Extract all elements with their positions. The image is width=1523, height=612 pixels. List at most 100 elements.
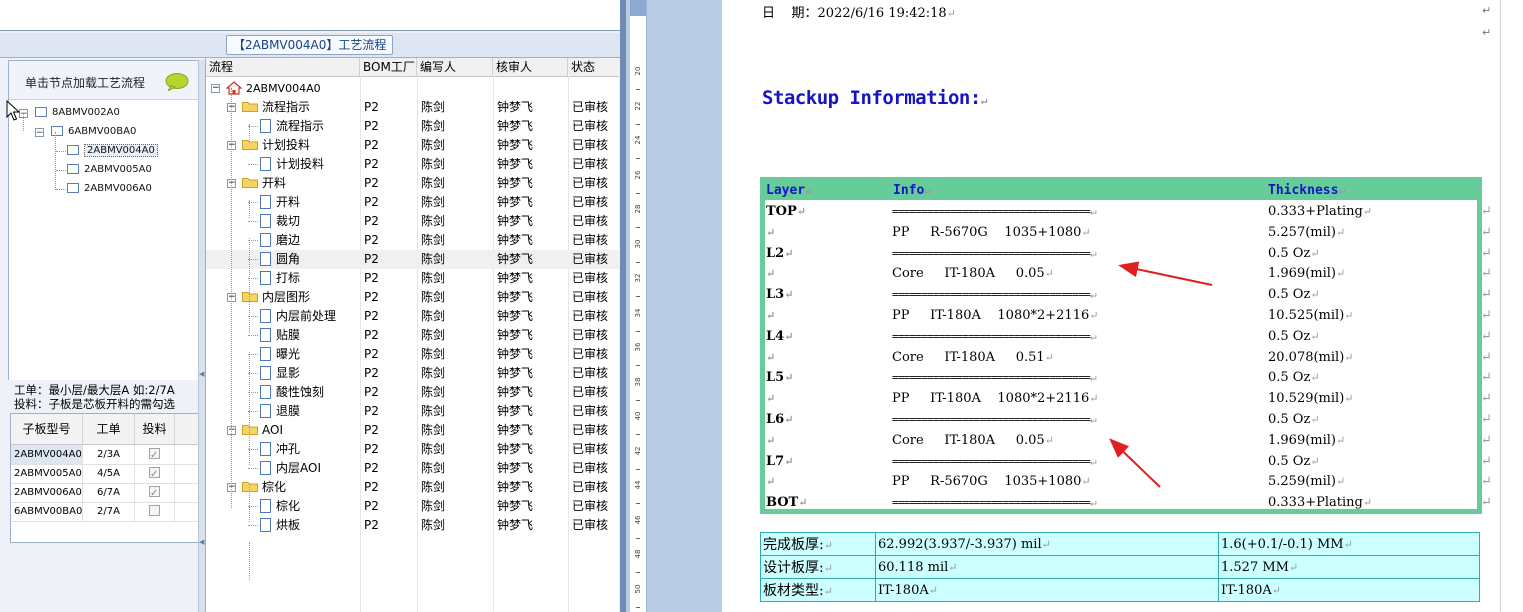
paragraph-mark: ↵ <box>1089 371 1097 385</box>
flow-row[interactable]: 冲孔 P2 陈剑 钟梦飞 已审核 <box>206 440 619 459</box>
collapse-toggle[interactable]: − <box>35 128 44 138</box>
info-cell: Core IT-180A 0.05↵ <box>892 264 1054 284</box>
layer-name: L6 <box>766 412 785 427</box>
col-status[interactable]: 状态 <box>568 58 619 76</box>
flow-factory: P2 <box>364 328 379 342</box>
col-author[interactable]: 编写人 <box>417 58 493 76</box>
flow-factory: P2 <box>364 480 379 494</box>
sub-board-row[interactable]: 2ABMV006A0 6/7A <box>11 483 199 503</box>
col-flow[interactable]: 流程 <box>206 58 360 76</box>
ruler-label: 32 <box>634 273 642 283</box>
sub-board-row[interactable]: 2ABMV004A0 2/3A <box>11 445 199 465</box>
sub-board-model: 2ABMV004A0 <box>11 445 83 464</box>
tree-node[interactable]: 2ABMV004A0 <box>67 142 158 160</box>
layer-info: PP R-5670G 1035+1080 <box>892 224 1082 240</box>
flow-step-label: 退膜 <box>276 404 301 418</box>
flow-step-label: 裁切 <box>276 214 301 228</box>
flow-row[interactable]: 退膜 P2 陈剑 钟梦飞 已审核 <box>206 402 619 421</box>
layer-name: BOT <box>766 495 799 511</box>
board-icon <box>67 164 79 174</box>
stackup-row: ↵ Core IT-180A 0.05↵ 1.969(mil)↵ ↵ <box>765 431 1492 452</box>
tree-node[interactable]: 8ABMV002A0 <box>35 104 120 122</box>
stackup-table: Layer↵ Info↵ Thickness↵ TOP↵ ============… <box>760 177 1492 514</box>
stackup-header: Layer↵ Info↵ Thickness↵ <box>765 182 1477 200</box>
layer-info: PP R-5670G 1035+1080 <box>892 474 1082 490</box>
sub-board-grid-header: 子板型号 工单 投料 <box>11 414 199 445</box>
panel-splitter[interactable] <box>198 60 205 612</box>
flow-status: 已审核 <box>572 347 609 361</box>
paragraph-mark: ↵ <box>1089 309 1099 322</box>
splitter-arrow-icon[interactable]: ◀ <box>199 538 204 546</box>
paragraph-mark: ↵ <box>766 309 776 322</box>
col-feed[interactable]: 投料 <box>135 414 175 444</box>
paragraph-mark: ↵ <box>1336 433 1346 447</box>
flow-row[interactable]: 内层AOI P2 陈剑 钟梦飞 已审核 <box>206 459 619 478</box>
flow-row[interactable]: 开料 P2 陈剑 钟梦飞 已审核 <box>206 193 619 212</box>
flow-row[interactable]: 曝光 P2 陈剑 钟梦飞 已审核 <box>206 345 619 364</box>
flow-reviewer: 钟梦飞 <box>497 404 534 418</box>
col-board-model[interactable]: 子板型号 <box>11 414 83 444</box>
ruler-label: 36 <box>634 342 642 352</box>
flow-row[interactable]: 裁切 P2 陈剑 钟梦飞 已审核 <box>206 212 619 231</box>
flow-root-row[interactable]: − 2ABMV004A0 <box>206 79 619 98</box>
ruler-tick <box>636 365 640 366</box>
tree-line <box>56 151 66 152</box>
flow-factory: P2 <box>364 518 379 532</box>
flow-reviewer: 钟梦飞 <box>497 461 534 475</box>
summary-value-imperial: 62.992(3.937/-3.937) mil↵ <box>875 532 1219 556</box>
tree-node[interactable]: 6ABMV00BA0 <box>51 123 136 141</box>
ruler-label: 50 <box>634 584 642 593</box>
flow-row[interactable]: − 棕化 P2 陈剑 钟梦飞 已审核 <box>206 478 619 497</box>
flow-step-name: 烘板 <box>260 516 300 535</box>
tree-node[interactable]: 2ABMV006A0 <box>67 180 152 198</box>
layer-info: Core IT-180A 0.51 <box>892 349 1045 365</box>
collapse-toggle[interactable]: − <box>211 84 220 93</box>
flow-row[interactable]: 内层前处理 P2 陈剑 钟梦飞 已审核 <box>206 307 619 326</box>
folder-icon <box>242 482 258 492</box>
flow-row[interactable]: 酸性蚀刻 P2 陈剑 钟梦飞 已审核 <box>206 383 619 402</box>
flow-row[interactable]: − 开料 P2 陈剑 钟梦飞 已审核 <box>206 174 619 193</box>
feed-checkbox[interactable] <box>149 484 160 503</box>
layer-thickness: 5.257(mil) <box>1268 224 1337 240</box>
splitter-arrow-icon[interactable]: ◀ <box>199 370 204 378</box>
paragraph-mark: ↵ <box>1310 288 1320 302</box>
col-bom-factory[interactable]: BOM工厂 <box>360 58 417 76</box>
board-icon <box>67 183 79 193</box>
flow-row[interactable]: 圆角 P2 陈剑 钟梦飞 已审核 <box>206 250 619 269</box>
flow-row[interactable]: 流程指示 P2 陈剑 钟梦飞 已审核 <box>206 117 619 136</box>
flow-status: 已审核 <box>572 271 609 285</box>
flow-row[interactable]: 棕化 P2 陈剑 钟梦飞 已审核 <box>206 497 619 516</box>
flow-row[interactable]: 贴膜 P2 陈剑 钟梦飞 已审核 <box>206 326 619 345</box>
thickness-cell: 0.5 Oz↵ <box>1268 368 1320 388</box>
flow-row[interactable]: 烘板 P2 陈剑 钟梦飞 已审核 <box>206 516 619 535</box>
flow-row[interactable]: 显影 P2 陈剑 钟梦飞 已审核 <box>206 364 619 383</box>
flow-row[interactable]: − 计划投料 P2 陈剑 钟梦飞 已审核 <box>206 136 619 155</box>
sub-board-row[interactable]: 6ABMV00BA0 2/7A <box>11 502 199 522</box>
flow-row[interactable]: 打标 P2 陈剑 钟梦飞 已审核 <box>206 269 619 288</box>
layer-cell: ↵ <box>766 431 775 451</box>
stackup-row: ↵ PP R-5670G 1035+1080↵ 5.259(mil)↵ ↵ <box>765 472 1492 493</box>
summary-value-text: 1.6(+0.1/-0.1) MM <box>1221 536 1344 552</box>
tree-node[interactable]: 2ABMV005A0 <box>67 161 152 179</box>
flow-reviewer: 钟梦飞 <box>497 271 534 285</box>
sub-board-row[interactable]: 2ABMV005A0 4/5A <box>11 464 199 484</box>
flow-step-label: 计划投料 <box>276 157 325 171</box>
feed-checkbox[interactable] <box>149 465 160 484</box>
paragraph-mark: ↵ <box>1336 225 1346 239</box>
tab-process-flow[interactable]: 【2ABMV004A0】工艺流程 <box>226 35 394 55</box>
feed-checkbox[interactable] <box>149 505 160 516</box>
layer-name: TOP <box>766 204 797 219</box>
flow-row[interactable]: − AOI P2 陈剑 钟梦飞 已审核 <box>206 421 619 440</box>
flow-factory: P2 <box>364 157 379 171</box>
flow-row[interactable]: − 内层图形 P2 陈剑 钟梦飞 已审核 <box>206 288 619 307</box>
stackup-row: ↵ PP IT-180A 1080*2+2116↵ 10.525(mil)↵ ↵ <box>765 306 1492 327</box>
tree-line <box>248 335 258 336</box>
flow-row[interactable]: 计划投料 P2 陈剑 钟梦飞 已审核 <box>206 155 619 174</box>
flow-row[interactable]: 磨边 P2 陈剑 钟梦飞 已审核 <box>206 231 619 250</box>
col-work-order[interactable]: 工单 <box>83 414 135 444</box>
flow-row[interactable]: − 流程指示 P2 陈剑 钟梦飞 已审核 <box>206 98 619 117</box>
summary-value-text: IT-180A <box>878 582 929 598</box>
col-reviewer[interactable]: 核审人 <box>493 58 568 76</box>
feed-checkbox[interactable] <box>149 446 160 465</box>
sub-board-feed-cell <box>135 502 175 521</box>
